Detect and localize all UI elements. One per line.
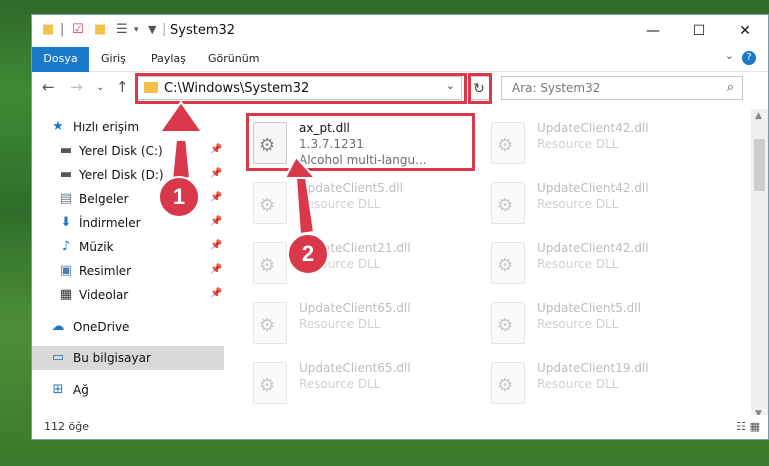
arrow-2 (294, 177, 316, 236)
arrow-1 (166, 136, 197, 182)
step-callout-2: 2 (287, 233, 329, 275)
callout-arrows (158, 100, 318, 236)
arrow-1-head (158, 100, 204, 133)
step-callout-1: 1 (158, 176, 200, 218)
arrow-2-head (283, 155, 318, 179)
